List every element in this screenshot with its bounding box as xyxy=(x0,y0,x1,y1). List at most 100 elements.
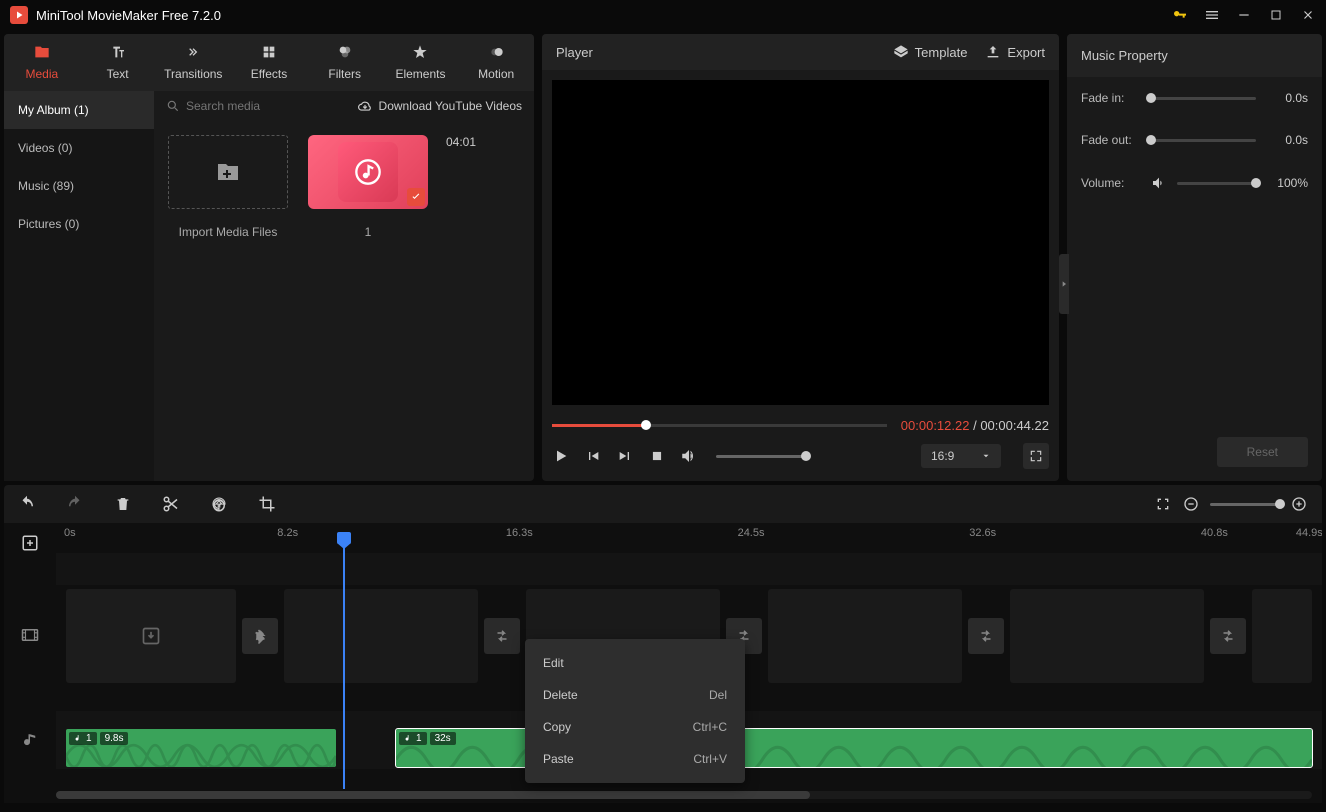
play-button[interactable] xyxy=(552,447,570,465)
maximize-button[interactable] xyxy=(1268,7,1284,23)
zoom-slider[interactable] xyxy=(1210,503,1280,506)
properties-title: Music Property xyxy=(1067,34,1322,77)
duration-badge: 04:01 xyxy=(446,135,476,149)
layers-icon xyxy=(893,44,909,60)
volume-row: Volume: 100% xyxy=(1067,161,1322,205)
sidebar-item-pictures[interactable]: Pictures (0) xyxy=(4,205,154,243)
app-logo-icon xyxy=(10,6,28,24)
tab-filters[interactable]: Filters xyxy=(307,34,383,91)
transition-slot[interactable] xyxy=(968,618,1004,654)
menu-icon[interactable] xyxy=(1204,7,1220,23)
import-media-card[interactable]: Import Media Files xyxy=(168,135,288,239)
panel-collapse-handle[interactable] xyxy=(1059,254,1069,314)
titlebar: MiniTool MovieMaker Free 7.2.0 xyxy=(0,0,1326,30)
cloud-download-icon xyxy=(357,99,373,113)
split-button[interactable] xyxy=(162,495,180,513)
player-panel: Player Template Export 00:00:12.22 / 00:… xyxy=(542,34,1059,481)
chevron-down-icon xyxy=(981,451,991,461)
main-tabs: Media Text Transitions Effects Filters E… xyxy=(4,34,534,91)
video-slot[interactable] xyxy=(284,589,478,683)
transition-slot[interactable] xyxy=(242,618,278,654)
search-box[interactable] xyxy=(166,99,347,113)
properties-panel: Music Property Fade in: 0.0s Fade out: 0… xyxy=(1067,34,1322,481)
template-button[interactable]: Template xyxy=(893,44,968,60)
context-menu-delete[interactable]: DeleteDel xyxy=(525,679,745,711)
context-menu-edit[interactable]: Edit xyxy=(525,647,745,679)
media-sidebar: My Album (1) Videos (0) Music (89) Pictu… xyxy=(4,91,154,481)
video-track-icon xyxy=(14,615,46,655)
player-viewport xyxy=(552,80,1049,405)
zoom-in-button[interactable] xyxy=(1290,495,1308,513)
text-track[interactable] xyxy=(56,553,1322,585)
video-slot[interactable] xyxy=(768,589,962,683)
time-display: 00:00:12.22 / 00:00:44.22 xyxy=(901,418,1049,433)
tab-effects[interactable]: Effects xyxy=(231,34,307,91)
redo-button[interactable] xyxy=(66,495,84,513)
context-menu-paste[interactable]: PasteCtrl+V xyxy=(525,743,745,775)
transition-slot[interactable] xyxy=(484,618,520,654)
fit-zoom-button[interactable] xyxy=(1154,495,1172,513)
fade-in-row: Fade in: 0.0s xyxy=(1067,77,1322,119)
video-slot[interactable] xyxy=(1010,589,1204,683)
volume-icon[interactable] xyxy=(680,447,698,465)
prev-frame-button[interactable] xyxy=(584,447,602,465)
fade-out-slider[interactable] xyxy=(1151,139,1256,142)
swap-icon xyxy=(251,627,269,645)
context-menu: Edit DeleteDel CopyCtrl+C PasteCtrl+V xyxy=(525,639,745,783)
timeline: 0s 8.2s 16.3s 24.5s 32.6s 40.8s 44.9s 1 … xyxy=(4,523,1322,803)
export-button[interactable]: Export xyxy=(985,44,1045,60)
download-youtube-link[interactable]: Download YouTube Videos xyxy=(357,99,522,113)
minimize-button[interactable] xyxy=(1236,7,1252,23)
search-icon xyxy=(166,99,180,113)
sidebar-item-my-album[interactable]: My Album (1) xyxy=(4,91,154,129)
export-icon xyxy=(985,44,1001,60)
media-item[interactable]: 04:01 1 xyxy=(308,135,428,239)
audio-clip[interactable]: 1 9.8s xyxy=(66,729,336,767)
video-slot[interactable] xyxy=(66,589,236,683)
fade-in-slider[interactable] xyxy=(1151,97,1256,100)
timeline-ruler[interactable]: 0s 8.2s 16.3s 24.5s 32.6s 40.8s 44.9s xyxy=(56,523,1322,553)
reset-button[interactable]: Reset xyxy=(1217,437,1308,467)
volume-prop-slider[interactable] xyxy=(1177,182,1256,185)
folder-plus-icon xyxy=(216,160,240,184)
clip-music-icon: 1 xyxy=(399,732,427,745)
music-thumb-icon xyxy=(338,142,398,202)
undo-button[interactable] xyxy=(18,495,36,513)
speed-button[interactable] xyxy=(210,495,228,513)
tab-motion[interactable]: Motion xyxy=(458,34,534,91)
add-track-button[interactable] xyxy=(14,523,46,563)
stop-button[interactable] xyxy=(648,447,666,465)
sidebar-item-videos[interactable]: Videos (0) xyxy=(4,129,154,167)
volume-slider[interactable] xyxy=(716,455,806,458)
search-input[interactable] xyxy=(186,99,306,113)
crop-button[interactable] xyxy=(258,495,276,513)
volume-icon xyxy=(1151,175,1167,191)
download-icon xyxy=(141,626,161,646)
clip-music-icon: 1 xyxy=(69,732,97,745)
app-title: MiniTool MovieMaker Free 7.2.0 xyxy=(36,8,1172,23)
tab-transitions[interactable]: Transitions xyxy=(155,34,231,91)
playhead[interactable] xyxy=(343,535,345,789)
transition-slot[interactable] xyxy=(1210,618,1246,654)
audio-track-icon xyxy=(14,721,46,761)
zoom-out-button[interactable] xyxy=(1182,495,1200,513)
timeline-toolbar xyxy=(4,485,1322,523)
aspect-ratio-select[interactable]: 16:9 xyxy=(921,444,1001,468)
check-badge-icon xyxy=(407,188,425,206)
fade-out-row: Fade out: 0.0s xyxy=(1067,119,1322,161)
tab-elements[interactable]: Elements xyxy=(383,34,459,91)
next-frame-button[interactable] xyxy=(616,447,634,465)
player-scrubber[interactable]: 00:00:12.22 / 00:00:44.22 xyxy=(542,415,1059,435)
timeline-scrollbar[interactable] xyxy=(56,791,1312,799)
tab-media[interactable]: Media xyxy=(4,34,80,91)
context-menu-copy[interactable]: CopyCtrl+C xyxy=(525,711,745,743)
key-icon[interactable] xyxy=(1172,7,1188,23)
sidebar-item-music[interactable]: Music (89) xyxy=(4,167,154,205)
fullscreen-button[interactable] xyxy=(1023,443,1049,469)
player-title: Player xyxy=(556,45,875,60)
close-button[interactable] xyxy=(1300,7,1316,23)
media-panel: Media Text Transitions Effects Filters E… xyxy=(4,34,534,481)
tab-text[interactable]: Text xyxy=(80,34,156,91)
delete-button[interactable] xyxy=(114,495,132,513)
video-slot[interactable] xyxy=(1252,589,1312,683)
